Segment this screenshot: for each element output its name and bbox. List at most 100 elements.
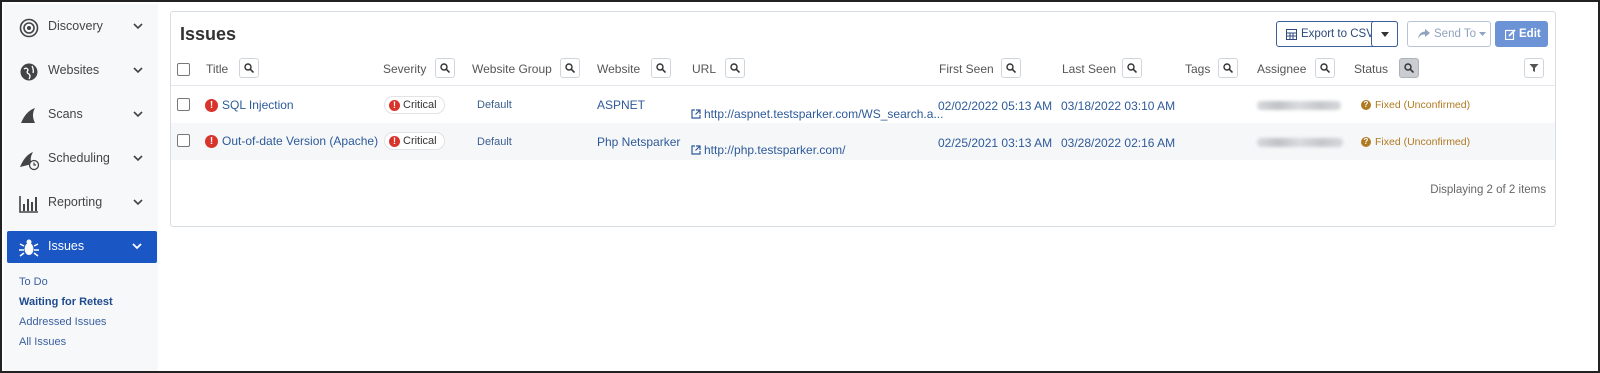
issue-title-link[interactable]: ! Out-of-date Version (Apache) <box>205 134 378 148</box>
column-header-title[interactable]: Title <box>206 62 228 76</box>
sidebar-item-label: Issues <box>48 239 85 253</box>
bar-chart-icon <box>19 196 38 213</box>
status-search-button[interactable] <box>1399 58 1419 78</box>
issue-title-link[interactable]: ! SQL Injection <box>205 98 294 112</box>
search-icon <box>730 63 740 73</box>
table-row: ! SQL Injection ! Critical Default ASPNE… <box>171 86 1555 123</box>
target-icon <box>19 18 39 38</box>
last-seen: 03/18/2022 03:10 AM <box>1061 99 1176 113</box>
shark-fin-icon <box>21 108 35 123</box>
first-seen: 02/02/2022 05:13 AM <box>938 99 1053 113</box>
search-icon <box>440 63 450 73</box>
sidebar-item-issues[interactable]: Issues <box>7 231 157 263</box>
edit-icon <box>1505 28 1516 40</box>
column-header-website[interactable]: Website <box>597 62 640 76</box>
critical-icon: ! <box>389 99 400 111</box>
send-to-button[interactable]: Send To <box>1407 21 1491 47</box>
critical-icon: ! <box>205 98 218 112</box>
chevron-down-icon <box>133 67 143 74</box>
severity-search-button[interactable] <box>435 58 455 78</box>
url-link[interactable]: http://aspnet.testsparker.com/WS_search.… <box>691 107 943 121</box>
edit-button[interactable]: Edit <box>1495 21 1548 47</box>
url-text: http://aspnet.testsparker.com/WS_search.… <box>704 107 944 121</box>
search-icon <box>1223 63 1233 73</box>
sidebar-subitem-waiting-for-retest[interactable]: Waiting for Retest <box>19 296 113 308</box>
sidebar-item-scheduling[interactable]: Scheduling <box>4 143 158 175</box>
export-csv-label: Export to CSV <box>1301 28 1374 40</box>
tags-search-button[interactable] <box>1218 58 1238 78</box>
title-search-button[interactable] <box>239 58 259 78</box>
filter-icon <box>1529 64 1539 72</box>
search-icon <box>1127 63 1137 73</box>
sidebar-subitem-to-do[interactable]: To Do <box>19 276 48 288</box>
status-indicator: ? Fixed (Unconfirmed) <box>1361 99 1470 111</box>
first-seen-search-button[interactable] <box>1001 58 1021 78</box>
severity-badge: ! Critical <box>384 96 445 114</box>
status-indicator: ? Fixed (Unconfirmed) <box>1361 136 1470 148</box>
table-row: ! Out-of-date Version (Apache) ! Critica… <box>171 123 1555 160</box>
chevron-down-icon <box>133 155 143 162</box>
website-group: Default <box>477 99 512 111</box>
status-text: Fixed (Unconfirmed) <box>1375 99 1471 111</box>
caret-down-icon <box>1479 32 1486 36</box>
export-dropdown-button[interactable] <box>1371 21 1398 47</box>
column-header-website-group[interactable]: Website Group <box>472 62 552 76</box>
issue-title-text: SQL Injection <box>222 98 294 112</box>
sidebar-subitem-all-issues[interactable]: All Issues <box>19 336 66 348</box>
select-all-checkbox[interactable] <box>177 63 190 76</box>
row-checkbox[interactable] <box>177 134 190 147</box>
last-seen: 03/28/2022 02:16 AM <box>1061 136 1176 150</box>
sidebar-item-label: Discovery <box>48 19 103 33</box>
column-header-last-seen[interactable]: Last Seen <box>1062 62 1116 76</box>
question-icon: ? <box>1361 137 1371 147</box>
share-arrow-icon <box>1418 29 1430 39</box>
url-search-button[interactable] <box>725 58 745 78</box>
sidebar-item-label: Reporting <box>48 195 103 209</box>
question-icon: ? <box>1361 100 1371 110</box>
shark-fin-clock-icon <box>20 152 40 171</box>
severity-badge: ! Critical <box>384 132 445 150</box>
sidebar-item-label: Scheduling <box>48 151 110 165</box>
external-link-icon <box>691 109 701 119</box>
column-filter-button[interactable] <box>1524 58 1544 78</box>
assignee-redacted <box>1257 101 1341 110</box>
pagination-summary: Displaying 2 of 2 items <box>1430 184 1546 196</box>
severity-text: Critical <box>403 99 437 111</box>
page-title: Issues <box>180 24 237 44</box>
issues-panel: Issues Export to CSV Send To Edit Title … <box>170 11 1556 227</box>
website-link[interactable]: ASPNET <box>597 98 645 112</box>
url-text: http://php.testsparker.com/ <box>704 143 846 157</box>
table-icon <box>1286 28 1297 40</box>
chevron-down-icon <box>133 111 143 118</box>
last-seen-search-button[interactable] <box>1122 58 1142 78</box>
edit-label: Edit <box>1519 28 1541 40</box>
website-group-search-button[interactable] <box>560 58 580 78</box>
chevron-down-icon <box>132 243 142 250</box>
sidebar-item-websites[interactable]: Websites <box>4 55 158 87</box>
sidebar-subitem-addressed-issues[interactable]: Addressed Issues <box>19 316 106 328</box>
row-checkbox[interactable] <box>177 98 190 111</box>
assignee-search-button[interactable] <box>1315 58 1335 78</box>
search-icon <box>656 63 666 73</box>
search-icon <box>1404 63 1414 73</box>
website-search-button[interactable] <box>651 58 671 78</box>
assignee-redacted <box>1257 138 1343 147</box>
column-header-assignee[interactable]: Assignee <box>1257 62 1306 76</box>
column-header-status[interactable]: Status <box>1354 62 1388 76</box>
website-link[interactable]: Php Netsparker <box>597 135 680 149</box>
column-header-url[interactable]: URL <box>692 62 716 76</box>
caret-down-icon <box>1380 31 1389 37</box>
column-header-severity[interactable]: Severity <box>383 62 426 76</box>
search-icon <box>244 63 254 73</box>
sidebar-item-scans[interactable]: Scans <box>4 99 158 131</box>
sidebar-item-discovery[interactable]: Discovery <box>4 11 158 43</box>
url-link[interactable]: http://php.testsparker.com/ <box>691 143 845 157</box>
bug-icon <box>19 239 39 257</box>
column-header-tags[interactable]: Tags <box>1185 62 1210 76</box>
column-header-first-seen[interactable]: First Seen <box>939 62 994 76</box>
sidebar-item-reporting[interactable]: Reporting <box>4 187 158 219</box>
sidebar: Discovery Websites Scans Scheduling Repo… <box>4 4 158 371</box>
severity-text: Critical <box>403 135 437 147</box>
search-icon <box>1320 63 1330 73</box>
issue-title-text: Out-of-date Version (Apache) <box>222 134 379 148</box>
